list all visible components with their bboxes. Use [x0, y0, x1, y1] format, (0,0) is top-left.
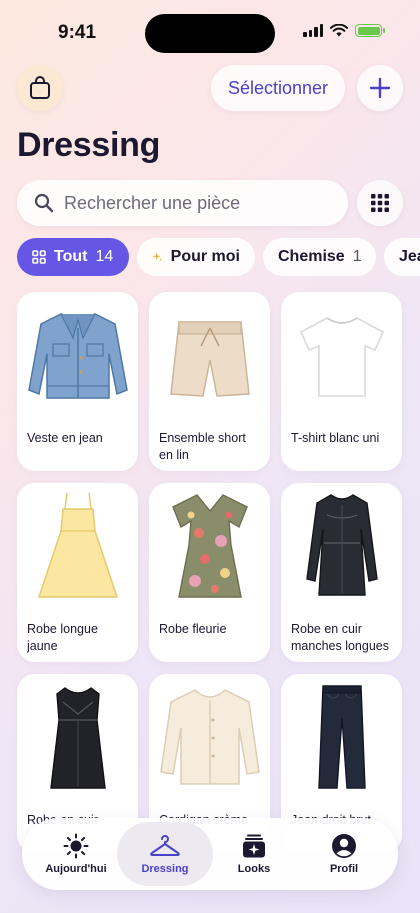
search-icon [34, 193, 54, 213]
filter-chip-for-me[interactable]: Pour moi [137, 238, 255, 276]
battery-icon [355, 24, 385, 37]
clothing-card[interactable]: T-shirt blanc uni [281, 292, 402, 471]
status-time: 9:41 [58, 22, 97, 43]
status-bar: 9:41 [0, 0, 420, 56]
add-button[interactable] [357, 65, 403, 111]
item-name: T-shirt blanc uni [291, 431, 380, 445]
tab-label: Looks [237, 863, 271, 875]
shopping-bag-button[interactable] [17, 65, 63, 111]
tab-label: Dressing [141, 863, 189, 875]
page-title: Dressing [17, 126, 161, 164]
status-icons [303, 24, 385, 37]
cream-cardigan-image [149, 674, 270, 796]
hanger-icon [150, 835, 180, 856]
filter-chip-shirt[interactable]: Chemise 1 [263, 238, 376, 276]
item-name: Veste en jean [27, 431, 103, 445]
denim-jacket-image [17, 292, 138, 414]
tab-label: Aujourd'hui [45, 863, 107, 875]
plus-icon [369, 77, 391, 99]
item-name: Robe fleurie [159, 622, 227, 636]
dynamic-island [145, 14, 275, 53]
filter-chip-jeans[interactable]: Jea [384, 238, 420, 276]
chip-label: Tout [54, 248, 88, 265]
grid-icon [371, 194, 389, 212]
leather-long-sleeve-dress-image [281, 483, 402, 605]
tab-label: Profil [329, 863, 359, 875]
floral-dress-image [149, 483, 270, 605]
search-bar[interactable] [17, 180, 348, 226]
clothing-card[interactable]: Ensemble short en lin [149, 292, 270, 471]
signal-icon [303, 24, 323, 37]
white-tshirt-image [281, 292, 402, 414]
tab-profile[interactable]: Profil [296, 822, 392, 886]
yellow-dress-image [17, 483, 138, 605]
tab-dressing[interactable]: Dressing [117, 822, 213, 886]
wifi-icon [330, 24, 348, 37]
linen-shorts-image [149, 292, 270, 414]
tab-looks[interactable]: Looks [206, 822, 302, 886]
grid-small-icon [32, 250, 46, 264]
clothing-card[interactable]: Veste en jean [17, 292, 138, 471]
tab-today[interactable]: Aujourd'hui [28, 822, 124, 886]
filter-chips: Tout 14 Pour moi Chemise 1 Jea [17, 238, 420, 276]
item-name: Robe en cuir manches longues [291, 622, 389, 653]
raw-jeans-image [281, 674, 402, 796]
chip-label: Pour moi [170, 248, 240, 265]
filter-chip-all[interactable]: Tout 14 [17, 238, 129, 276]
tab-bar: Aujourd'hui Dressing Looks Profil [22, 818, 398, 890]
item-name: Robe longue jaune [27, 622, 98, 653]
clothing-card[interactable]: Robe fleurie [149, 483, 270, 662]
chip-label: Chemise [278, 248, 345, 265]
leather-dress-image [17, 674, 138, 796]
search-input[interactable] [64, 192, 324, 214]
select-button[interactable]: Sélectionner [211, 65, 345, 111]
clothing-card[interactable]: Robe en cuir manches longues [281, 483, 402, 662]
chip-label: Jea [399, 248, 420, 265]
shopping-bag-icon [30, 76, 50, 99]
chip-count: 1 [352, 248, 362, 265]
chip-count: 14 [95, 248, 114, 265]
item-name: Ensemble short en lin [159, 431, 246, 462]
clothing-card[interactable]: Robe longue jaune [17, 483, 138, 662]
grid-view-button[interactable] [357, 180, 403, 226]
sparkle-icon [152, 252, 162, 261]
profile-icon [332, 834, 356, 858]
sun-icon [63, 833, 89, 859]
looks-icon [243, 834, 265, 858]
